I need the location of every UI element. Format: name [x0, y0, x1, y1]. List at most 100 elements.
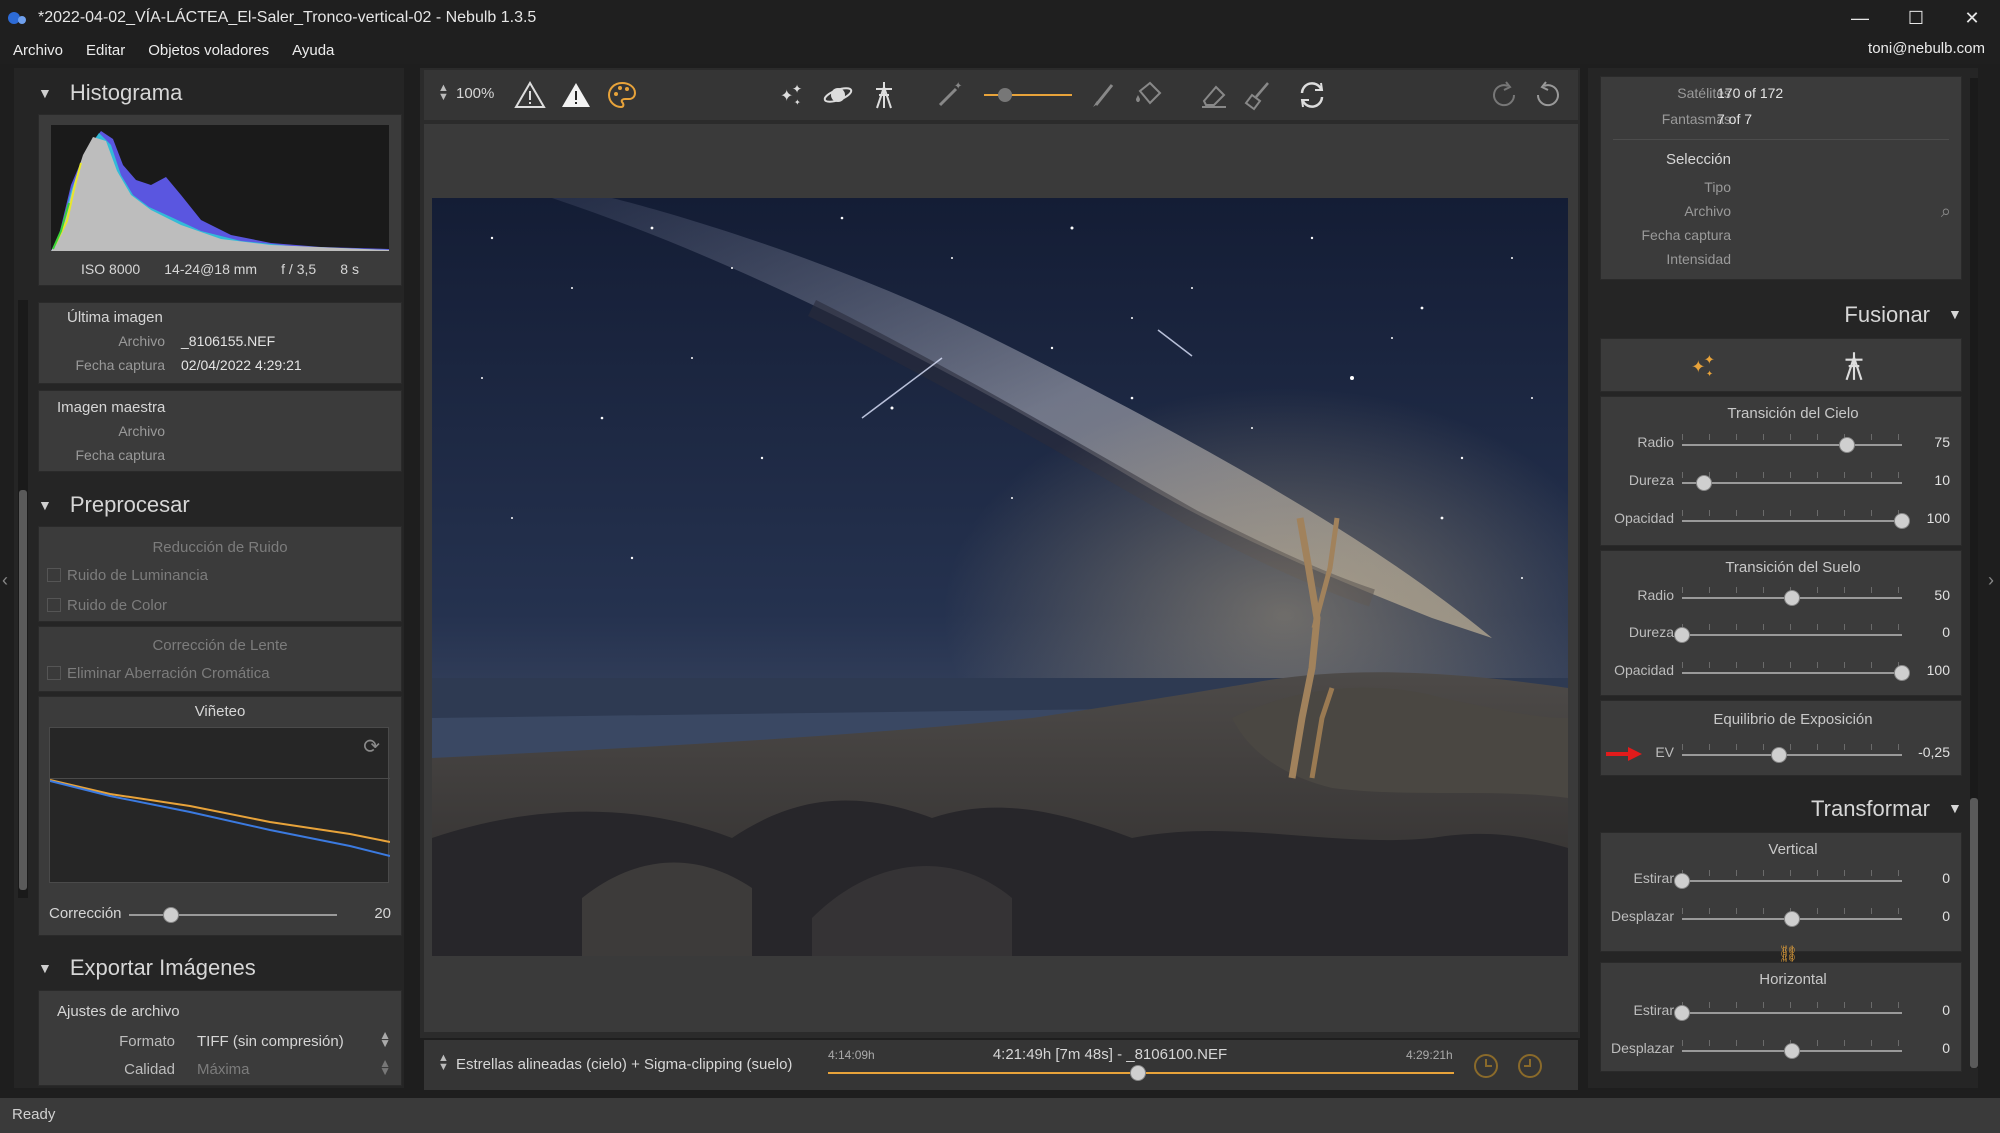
app-icon	[8, 8, 28, 28]
brush-size-knob[interactable]	[998, 88, 1012, 102]
ground-dureza-slider-knob[interactable]	[1674, 627, 1690, 643]
lens-correction-title: Corrección de Lente	[152, 637, 288, 654]
sky-radio-slider-knob[interactable]	[1839, 437, 1855, 453]
histogram-graph	[51, 125, 389, 251]
quality-select[interactable]: Máxima	[197, 1061, 250, 1078]
time-start: 4:14:09h	[828, 1048, 875, 1062]
satellites-label: Satélites	[1677, 85, 1731, 101]
close-button[interactable]: ✕	[1944, 0, 2000, 36]
date-label: Fecha captura	[75, 357, 166, 373]
sky-dureza-value: 10	[1934, 472, 1950, 488]
maximize-button[interactable]: ☐	[1888, 0, 1944, 36]
sky-radio-slider[interactable]	[1682, 444, 1902, 446]
zoom-spinner-icon[interactable]: ▲ ▼	[438, 83, 449, 103]
histogram-lens: 14-24@18 mm	[164, 261, 258, 277]
clock-forward-icon[interactable]	[1470, 1050, 1502, 1082]
vertical-estirar-slider[interactable]	[1682, 880, 1902, 882]
color-noise-checkbox[interactable]: Ruido de Color	[47, 597, 167, 614]
last-image-date: 02/04/2022 4:29:21	[181, 357, 302, 373]
collapse-right-icon[interactable]: ›	[1988, 570, 1994, 591]
horizontal-desplazar-slider-knob[interactable]	[1784, 1043, 1800, 1059]
vertical-desplazar-slider-knob[interactable]	[1784, 911, 1800, 927]
planet-icon[interactable]	[822, 79, 854, 111]
ev-slider[interactable]	[1682, 754, 1902, 756]
minimize-button[interactable]: —	[1832, 0, 1888, 36]
timeline-knob[interactable]	[1130, 1065, 1147, 1081]
horizontal-estirar-slider-knob[interactable]	[1674, 1005, 1690, 1021]
horizontal-estirar-value: 0	[1942, 1002, 1950, 1018]
menu-archivo[interactable]: Archivo	[0, 42, 73, 59]
quality-label: Calidad	[124, 1061, 175, 1078]
sky-radio-value: 75	[1934, 434, 1950, 450]
date-label: Fecha captura	[75, 447, 166, 463]
palette-icon[interactable]	[606, 79, 638, 111]
refresh-icon[interactable]	[1296, 79, 1328, 111]
ground-radio-value: 50	[1934, 587, 1950, 603]
mode-spinner-icon[interactable]: ▲ ▼	[438, 1053, 449, 1073]
exposure-balance-panel: Equilibrio de Exposición	[1600, 700, 1962, 776]
title-bar: *2022-04-02_VÍA-LÁCTEA_El-Saler_Tronco-v…	[0, 0, 2000, 36]
ground-mode-icon[interactable]	[1837, 349, 1871, 383]
user-account[interactable]: toni@nebulb.com	[1868, 40, 1985, 57]
ground-opacidad-value: 100	[1926, 662, 1950, 678]
broom-icon[interactable]	[1242, 79, 1274, 111]
eraser-icon[interactable]	[1198, 79, 1230, 111]
stars-mode-icon[interactable]: ✦✦✦	[1689, 349, 1723, 383]
vignette-title: Viñeteo	[194, 703, 246, 720]
redo-icon[interactable]	[1488, 79, 1520, 111]
luminance-noise-checkbox[interactable]: Ruido de Luminancia	[47, 567, 208, 584]
svg-text:✦: ✦	[792, 82, 802, 96]
night-sky-photo[interactable]	[432, 198, 1568, 956]
collapse-triangle-icon[interactable]: ▼	[1948, 306, 1962, 322]
histogram-header[interactable]: ▼ Histograma	[38, 80, 182, 106]
sky-opacidad-label: Opacidad	[1614, 510, 1674, 526]
tower-icon[interactable]	[868, 79, 900, 111]
last-image-panel: Última imagen Archivo _8106155.NEF Fecha…	[38, 302, 402, 384]
menu-ayuda[interactable]: Ayuda	[279, 42, 344, 59]
transform-header[interactable]: Transformar	[1600, 796, 1930, 822]
brush-icon[interactable]	[1088, 79, 1120, 111]
sky-dureza-slider[interactable]	[1682, 482, 1902, 484]
collapse-triangle-icon[interactable]: ▼	[1948, 800, 1962, 816]
format-label: Formato	[119, 1033, 175, 1050]
left-scrollbar[interactable]	[18, 300, 28, 898]
locate-file-icon[interactable]: ⌕	[1941, 201, 1951, 222]
menu-objetos-voladores[interactable]: Objetos voladores	[135, 42, 279, 59]
preprocess-header[interactable]: ▼ Preprocesar	[38, 492, 190, 518]
correction-slider-knob[interactable]	[162, 907, 179, 923]
warning-filled-icon[interactable]	[560, 79, 592, 111]
collapse-triangle-icon: ▼	[38, 497, 52, 513]
fill-bucket-icon[interactable]	[1132, 79, 1164, 111]
undo-icon[interactable]	[1532, 79, 1564, 111]
stars-icon[interactable]: ✦✦✦	[776, 79, 808, 111]
format-spinner-icon[interactable]: ▲ ▼	[379, 1029, 391, 1049]
correction-slider[interactable]	[129, 914, 337, 916]
warning-outline-icon[interactable]	[514, 79, 546, 111]
menu-editar[interactable]: Editar	[73, 42, 135, 59]
clock-back-icon[interactable]	[1514, 1050, 1546, 1082]
horizontal-estirar-slider[interactable]	[1682, 1012, 1902, 1014]
ground-dureza-slider[interactable]	[1682, 634, 1902, 636]
quality-spinner-icon[interactable]: ▲ ▼	[379, 1057, 391, 1077]
sky-dureza-slider-knob[interactable]	[1696, 475, 1712, 491]
vertical-estirar-slider-knob[interactable]	[1674, 873, 1690, 889]
exposure-balance-title: Equilibrio de Exposición	[1713, 711, 1873, 728]
correction-value: 20	[374, 905, 391, 922]
ground-opacidad-slider[interactable]	[1682, 672, 1902, 674]
collapse-left-icon[interactable]: ‹	[2, 570, 8, 591]
sky-opacidad-slider[interactable]	[1682, 520, 1902, 522]
blend-mode-select[interactable]: Estrellas alineadas (cielo) + Sigma-clip…	[456, 1056, 792, 1073]
ground-radio-slider-knob[interactable]	[1784, 590, 1800, 606]
ev-slider-knob[interactable]	[1770, 747, 1787, 763]
export-header[interactable]: ▼ Exportar Imágenes	[38, 955, 256, 981]
reset-icon[interactable]: ⟳	[363, 734, 380, 759]
link-icon[interactable]: ⛓	[1778, 944, 1798, 964]
magic-wand-icon[interactable]: ✦	[934, 79, 966, 111]
horizontal-title: Horizontal	[1759, 971, 1827, 988]
horizontal-estirar-ticks	[1682, 1002, 1902, 1008]
sky-dureza-label: Dureza	[1628, 472, 1674, 488]
zoom-level[interactable]: 100%	[456, 85, 494, 102]
chromatic-aberration-checkbox[interactable]: Eliminar Aberración Cromática	[47, 665, 270, 682]
merge-header[interactable]: Fusionar	[1600, 302, 1930, 328]
format-select[interactable]: TIFF (sin compresión)	[197, 1033, 344, 1050]
